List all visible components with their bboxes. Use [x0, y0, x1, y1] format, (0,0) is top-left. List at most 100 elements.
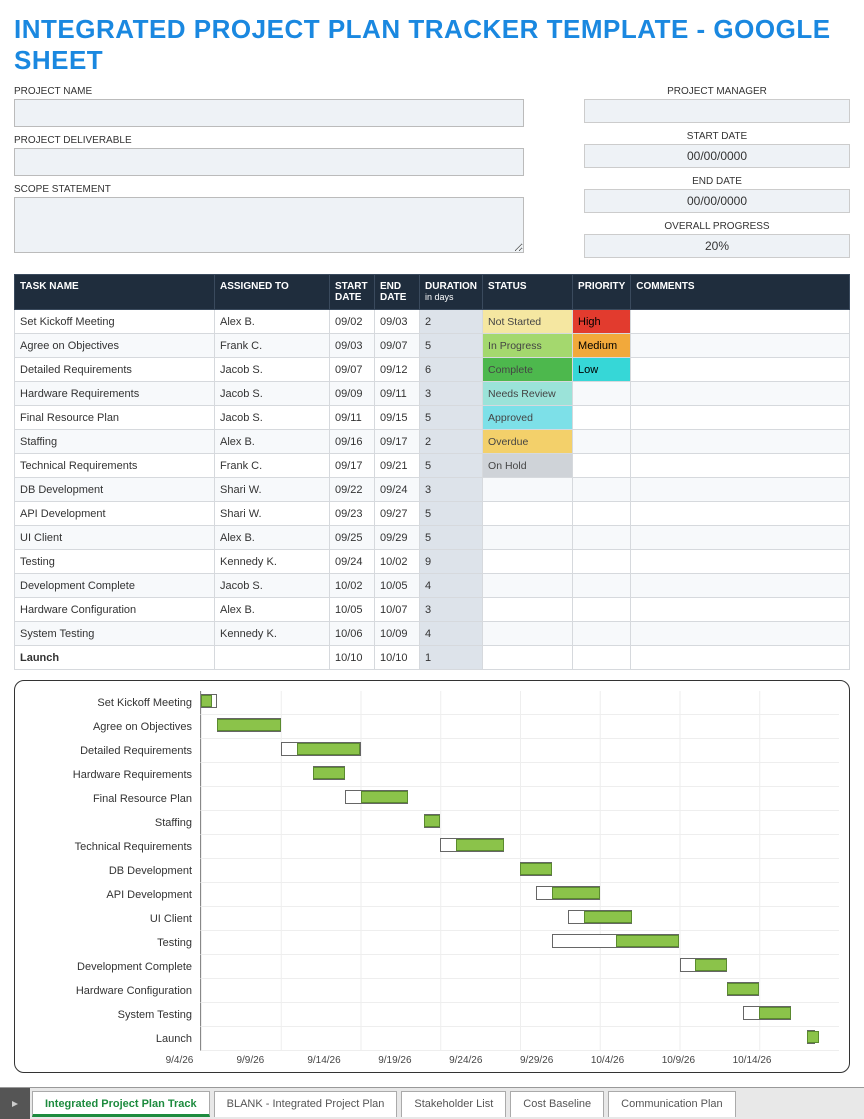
- cell-task[interactable]: Testing: [15, 550, 215, 574]
- cell-status[interactable]: [483, 478, 573, 502]
- cell-assigned[interactable]: Shari W.: [215, 478, 330, 502]
- cell-priority[interactable]: [573, 430, 631, 454]
- sheet-tab[interactable]: Integrated Project Plan Track: [32, 1091, 210, 1117]
- cell-priority[interactable]: [573, 478, 631, 502]
- sheet-tab[interactable]: Stakeholder List: [401, 1091, 506, 1117]
- cell-comments[interactable]: [631, 526, 850, 550]
- cell-start[interactable]: 09/03: [330, 334, 375, 358]
- project-name-input[interactable]: [14, 99, 524, 127]
- cell-end[interactable]: 09/12: [375, 358, 420, 382]
- start-date-input[interactable]: [584, 144, 850, 168]
- cell-priority[interactable]: High: [573, 310, 631, 334]
- cell-status[interactable]: [483, 598, 573, 622]
- table-row[interactable]: Set Kickoff Meeting Alex B. 09/02 09/03 …: [15, 310, 850, 334]
- end-date-input[interactable]: [584, 189, 850, 213]
- cell-assigned[interactable]: Jacob S.: [215, 358, 330, 382]
- table-row[interactable]: System Testing Kennedy K. 10/06 10/09 4: [15, 622, 850, 646]
- cell-start[interactable]: 09/22: [330, 478, 375, 502]
- cell-priority[interactable]: [573, 502, 631, 526]
- prev-tab-button[interactable]: [0, 1088, 30, 1119]
- cell-start[interactable]: 09/17: [330, 454, 375, 478]
- cell-status[interactable]: Overdue: [483, 430, 573, 454]
- cell-assigned[interactable]: Shari W.: [215, 502, 330, 526]
- cell-duration[interactable]: 6: [420, 358, 483, 382]
- cell-priority[interactable]: [573, 526, 631, 550]
- cell-assigned[interactable]: Kennedy K.: [215, 622, 330, 646]
- cell-priority[interactable]: Low: [573, 358, 631, 382]
- cell-start[interactable]: 09/24: [330, 550, 375, 574]
- cell-duration[interactable]: 4: [420, 574, 483, 598]
- cell-start[interactable]: 09/07: [330, 358, 375, 382]
- table-row[interactable]: UI Client Alex B. 09/25 09/29 5: [15, 526, 850, 550]
- cell-task[interactable]: Staffing: [15, 430, 215, 454]
- cell-status[interactable]: [483, 646, 573, 670]
- sheet-tab[interactable]: BLANK - Integrated Project Plan: [214, 1091, 398, 1117]
- cell-end[interactable]: 10/07: [375, 598, 420, 622]
- cell-end[interactable]: 09/07: [375, 334, 420, 358]
- cell-priority[interactable]: [573, 382, 631, 406]
- cell-comments[interactable]: [631, 502, 850, 526]
- cell-start[interactable]: 09/25: [330, 526, 375, 550]
- cell-comments[interactable]: [631, 358, 850, 382]
- cell-end[interactable]: 09/11: [375, 382, 420, 406]
- cell-priority[interactable]: [573, 550, 631, 574]
- cell-comments[interactable]: [631, 406, 850, 430]
- cell-assigned[interactable]: Jacob S.: [215, 382, 330, 406]
- table-row[interactable]: Staffing Alex B. 09/16 09/17 2 Overdue: [15, 430, 850, 454]
- cell-start[interactable]: 10/02: [330, 574, 375, 598]
- cell-start[interactable]: 09/23: [330, 502, 375, 526]
- cell-duration[interactable]: 5: [420, 502, 483, 526]
- cell-status[interactable]: [483, 622, 573, 646]
- cell-assigned[interactable]: Kennedy K.: [215, 550, 330, 574]
- cell-status[interactable]: Needs Review: [483, 382, 573, 406]
- table-row[interactable]: Hardware Requirements Jacob S. 09/09 09/…: [15, 382, 850, 406]
- cell-duration[interactable]: 9: [420, 550, 483, 574]
- cell-end[interactable]: 10/05: [375, 574, 420, 598]
- cell-comments[interactable]: [631, 334, 850, 358]
- cell-start[interactable]: 10/06: [330, 622, 375, 646]
- cell-assigned[interactable]: Frank C.: [215, 334, 330, 358]
- cell-duration[interactable]: 2: [420, 310, 483, 334]
- cell-comments[interactable]: [631, 550, 850, 574]
- cell-duration[interactable]: 4: [420, 622, 483, 646]
- cell-duration[interactable]: 3: [420, 478, 483, 502]
- cell-comments[interactable]: [631, 454, 850, 478]
- cell-duration[interactable]: 2: [420, 430, 483, 454]
- cell-start[interactable]: 09/11: [330, 406, 375, 430]
- cell-end[interactable]: 09/24: [375, 478, 420, 502]
- cell-task[interactable]: Launch: [15, 646, 215, 670]
- table-row[interactable]: Detailed Requirements Jacob S. 09/07 09/…: [15, 358, 850, 382]
- table-row[interactable]: Development Complete Jacob S. 10/02 10/0…: [15, 574, 850, 598]
- cell-priority[interactable]: [573, 574, 631, 598]
- cell-duration[interactable]: 5: [420, 406, 483, 430]
- cell-duration[interactable]: 3: [420, 382, 483, 406]
- cell-priority[interactable]: Medium: [573, 334, 631, 358]
- cell-end[interactable]: 09/17: [375, 430, 420, 454]
- cell-start[interactable]: 09/16: [330, 430, 375, 454]
- cell-status[interactable]: [483, 502, 573, 526]
- cell-duration[interactable]: 1: [420, 646, 483, 670]
- cell-task[interactable]: Technical Requirements: [15, 454, 215, 478]
- cell-task[interactable]: Agree on Objectives: [15, 334, 215, 358]
- cell-end[interactable]: 09/27: [375, 502, 420, 526]
- table-row[interactable]: Hardware Configuration Alex B. 10/05 10/…: [15, 598, 850, 622]
- cell-end[interactable]: 09/03: [375, 310, 420, 334]
- table-row[interactable]: DB Development Shari W. 09/22 09/24 3: [15, 478, 850, 502]
- cell-status[interactable]: Not Started: [483, 310, 573, 334]
- cell-end[interactable]: 10/02: [375, 550, 420, 574]
- cell-status[interactable]: [483, 574, 573, 598]
- cell-task[interactable]: DB Development: [15, 478, 215, 502]
- cell-duration[interactable]: 5: [420, 334, 483, 358]
- table-row[interactable]: Testing Kennedy K. 09/24 10/02 9: [15, 550, 850, 574]
- cell-comments[interactable]: [631, 574, 850, 598]
- cell-assigned[interactable]: Jacob S.: [215, 406, 330, 430]
- cell-assigned[interactable]: Frank C.: [215, 454, 330, 478]
- cell-comments[interactable]: [631, 382, 850, 406]
- cell-assigned[interactable]: Alex B.: [215, 430, 330, 454]
- cell-end[interactable]: 09/21: [375, 454, 420, 478]
- table-row[interactable]: Agree on Objectives Frank C. 09/03 09/07…: [15, 334, 850, 358]
- cell-duration[interactable]: 5: [420, 526, 483, 550]
- cell-comments[interactable]: [631, 646, 850, 670]
- cell-task[interactable]: Development Complete: [15, 574, 215, 598]
- table-row[interactable]: Launch 10/10 10/10 1: [15, 646, 850, 670]
